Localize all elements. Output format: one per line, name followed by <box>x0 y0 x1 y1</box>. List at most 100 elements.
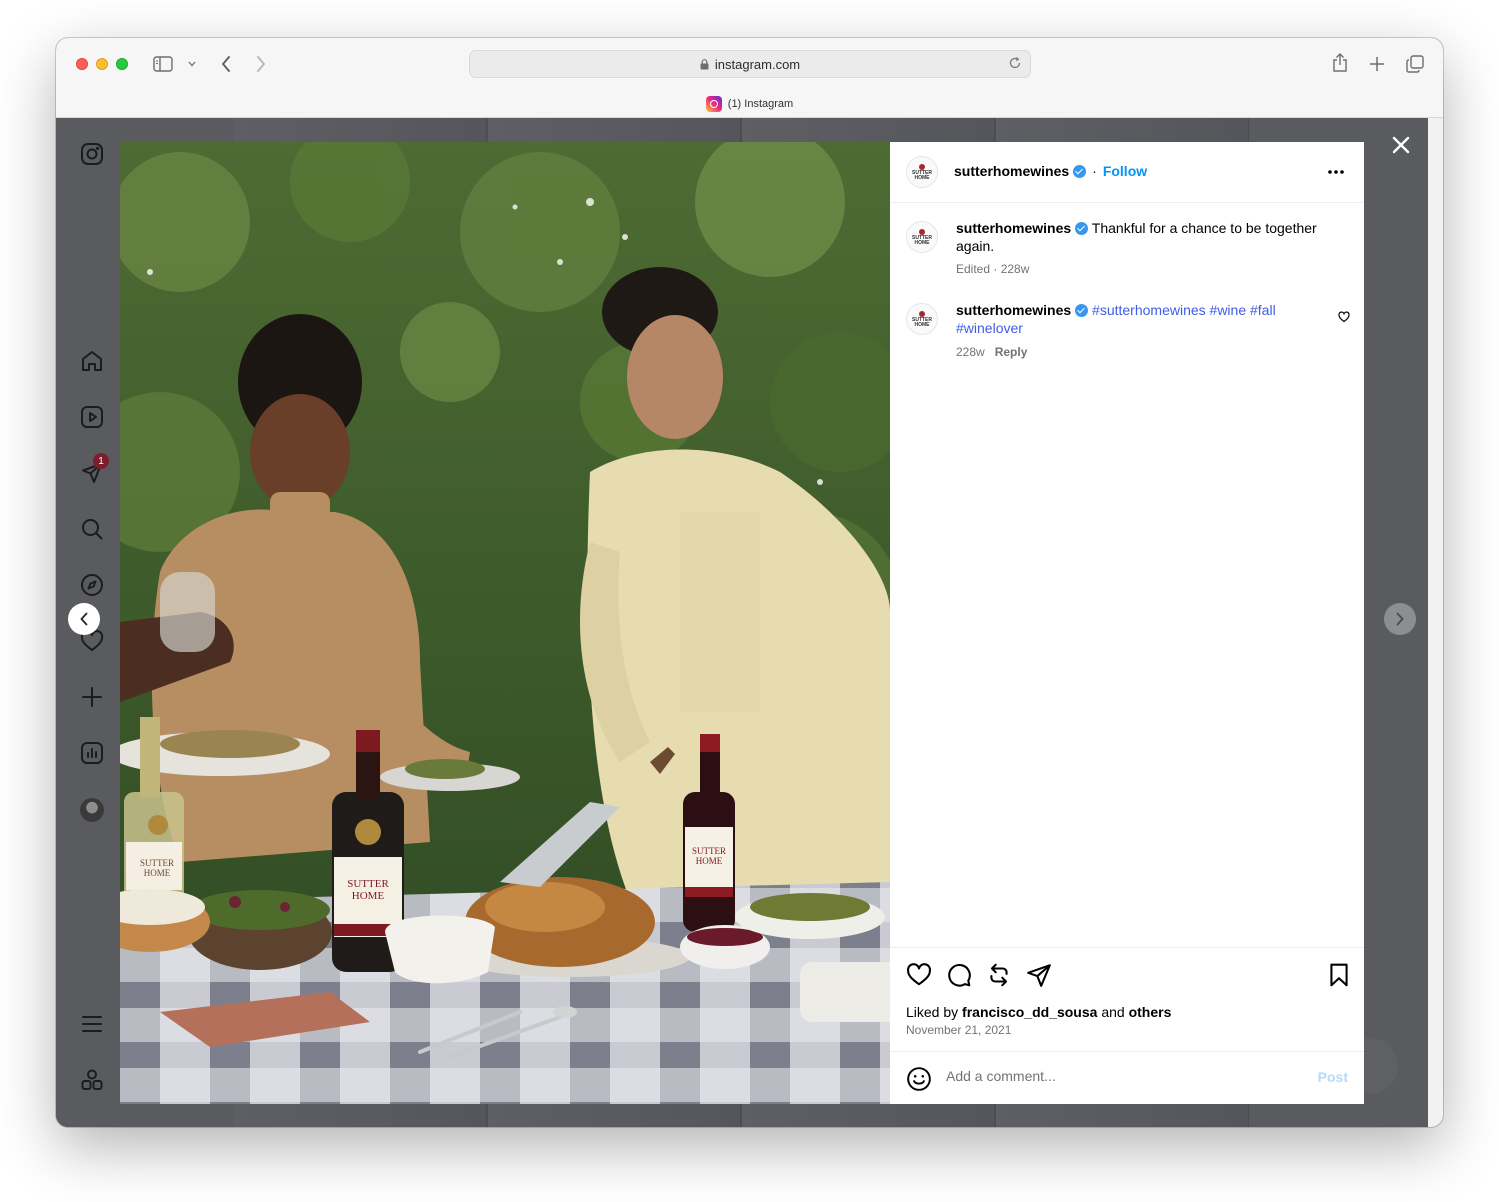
previous-post-button[interactable] <box>68 603 100 635</box>
more-options-button[interactable] <box>1326 162 1346 187</box>
comment-item: SUTTER HOME sutterhomewines #sutterhomew… <box>906 301 1350 361</box>
background-grid-top <box>234 118 1249 142</box>
share-button[interactable] <box>1026 962 1052 988</box>
tab-overview-icon[interactable] <box>1404 53 1426 75</box>
instagram-page: 1 SUTTER HOME SUTTER HOME SUTTER HOME SU… <box>56 118 1428 1127</box>
forward-icon[interactable] <box>253 54 269 74</box>
like-button[interactable] <box>906 962 932 988</box>
heart-outline-icon <box>1338 311 1350 323</box>
browser-toolbar: instagram.com (1) Instagram <box>56 38 1443 118</box>
sidebar-toggle-icon[interactable] <box>152 55 174 73</box>
comment-button[interactable] <box>946 962 972 988</box>
reload-icon[interactable] <box>1008 56 1022 70</box>
comment-meta: 228w Reply <box>956 345 1027 359</box>
search-icon[interactable] <box>78 515 106 543</box>
reply-button[interactable]: Reply <box>995 345 1028 359</box>
svg-text:SUTTER: SUTTER <box>692 846 726 856</box>
active-tab[interactable]: (1) Instagram <box>56 94 1443 114</box>
author-username[interactable]: sutterhomewines <box>954 163 1069 179</box>
avatar-logo-text: HOME <box>914 239 930 246</box>
instagram-favicon-icon <box>705 96 722 112</box>
caption-username[interactable]: sutterhomewines <box>956 220 1071 236</box>
url-text: instagram.com <box>714 56 801 72</box>
more-options-icon <box>1328 170 1344 174</box>
author-avatar[interactable]: SUTTER HOME <box>906 156 938 188</box>
send-icon <box>1027 964 1051 987</box>
brand-seal-icon <box>919 310 925 317</box>
caption-meta: Edited · 228w <box>956 262 1030 276</box>
minimize-window-button[interactable] <box>96 58 108 70</box>
likes-others[interactable]: others <box>1129 1004 1172 1020</box>
emoji-icon <box>907 1067 931 1091</box>
comment-icon <box>948 964 971 987</box>
close-window-button[interactable] <box>76 58 88 70</box>
emoji-button[interactable] <box>906 1066 932 1097</box>
repost-button[interactable] <box>986 962 1012 988</box>
home-icon[interactable] <box>78 347 106 375</box>
instagram-icon[interactable] <box>78 140 106 168</box>
like-comment-button[interactable] <box>1338 310 1350 328</box>
comment-avatar[interactable]: SUTTER HOME <box>906 303 938 335</box>
new-tab-icon[interactable] <box>1367 54 1387 74</box>
svg-text:HOME: HOME <box>144 868 171 878</box>
post-comment-button[interactable]: Post <box>1318 1069 1348 1085</box>
share-icon[interactable] <box>1330 52 1350 74</box>
verified-badge-icon <box>1075 304 1089 317</box>
likes-and: and <box>1101 1004 1125 1020</box>
menu-icon[interactable] <box>78 1010 106 1038</box>
comment-username[interactable]: sutterhomewines <box>956 302 1071 318</box>
messages-icon[interactable]: 1 <box>78 453 109 487</box>
close-icon <box>1392 136 1410 154</box>
comment-input[interactable] <box>946 1068 1276 1084</box>
more-apps-icon[interactable] <box>78 1066 106 1094</box>
heart-icon <box>907 963 931 986</box>
post-photo[interactable]: SUTTER HOME SUTTER HOME SUTTER HOME <box>120 142 890 1104</box>
author-line: sutterhomewines · Follow <box>954 163 1147 181</box>
explore-icon[interactable] <box>78 571 106 599</box>
svg-text:HOME: HOME <box>696 856 723 866</box>
avatar-logo-text: HOME <box>914 321 930 328</box>
chevron-right-icon <box>1396 612 1404 626</box>
follow-button[interactable]: Follow <box>1103 163 1147 179</box>
caption-avatar[interactable]: SUTTER HOME <box>906 221 938 253</box>
avatar-logo-text: HOME <box>914 174 930 181</box>
chevron-down-icon[interactable] <box>186 58 198 70</box>
brand-seal-icon <box>919 163 925 170</box>
comment-body: sutterhomewines #sutterhomewines #wine #… <box>956 301 1296 337</box>
address-bar[interactable]: instagram.com <box>469 50 1031 78</box>
save-button[interactable] <box>1326 962 1352 988</box>
post-actions: Liked by francisco_dd_sousa and others N… <box>890 947 1364 1051</box>
bookmark-icon <box>1330 963 1348 987</box>
repost-icon <box>990 963 1008 987</box>
verified-badge-icon <box>1073 165 1087 178</box>
reels-icon[interactable] <box>78 403 106 431</box>
brand-seal-icon <box>919 228 925 235</box>
caption-body: sutterhomewines Thankful for a chance to… <box>956 219 1340 255</box>
zoom-window-button[interactable] <box>116 58 128 70</box>
post-caption: SUTTER HOME sutterhomewines Thankful for… <box>906 219 1350 279</box>
browser-window: instagram.com (1) Instagram 1 SUTTER HOM… <box>56 38 1443 1127</box>
comment-time: 228w <box>956 345 985 359</box>
svg-text:HOME: HOME <box>352 890 385 902</box>
svg-text:SUTTER: SUTTER <box>347 878 389 890</box>
likes-prefix: Liked by <box>906 1004 959 1020</box>
notification-badge: 1 <box>93 453 109 469</box>
post-header: SUTTER HOME sutterhomewines · Follow <box>890 142 1364 203</box>
create-icon[interactable] <box>78 683 106 711</box>
background-grid-bottom <box>234 1104 1249 1127</box>
close-modal-button[interactable] <box>1389 133 1413 157</box>
post-date[interactable]: November 21, 2021 <box>906 1023 1011 1037</box>
likes-summary: Liked by francisco_dd_sousa and others <box>906 1004 1171 1020</box>
chevron-left-icon <box>80 612 88 626</box>
profile-avatar[interactable] <box>80 798 104 822</box>
tab-title: (1) Instagram <box>727 98 794 110</box>
back-icon[interactable] <box>218 54 234 74</box>
insights-icon[interactable] <box>78 739 106 767</box>
lock-icon <box>700 58 709 69</box>
next-post-button[interactable] <box>1384 603 1416 635</box>
scrollbar[interactable] <box>1428 118 1443 1127</box>
add-comment-bar: Post <box>890 1051 1364 1104</box>
likes-user[interactable]: francisco_dd_sousa <box>962 1004 1097 1020</box>
post-details-panel: SUTTER HOME sutterhomewines · Follow SUTTE… <box>890 142 1364 1104</box>
separator-dot: · <box>1092 163 1097 179</box>
